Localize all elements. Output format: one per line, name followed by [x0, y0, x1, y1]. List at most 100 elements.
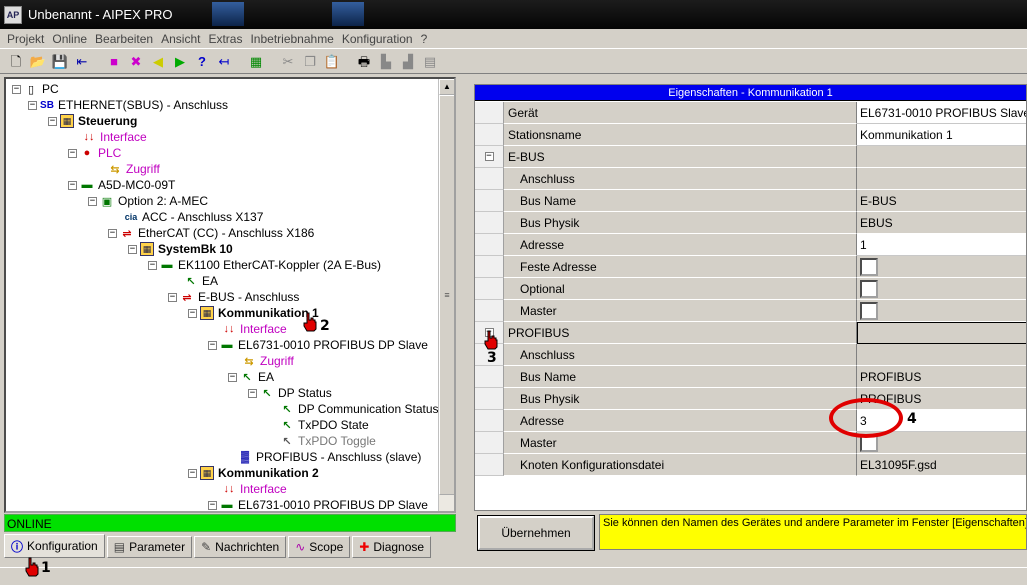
access-icon: ⇆ [110, 163, 120, 176]
collapse-icon[interactable]: − [88, 196, 97, 206]
tab-scope[interactable]: ∿ Scope [288, 536, 351, 558]
collapse-icon[interactable]: − [68, 180, 77, 190]
tree-node-kommunikation-1[interactable]: − ▦ Kommunikation 1 [188, 305, 319, 321]
paste-icon[interactable]: 📋 [322, 52, 342, 72]
tree-node-ea[interactable]: ↖ EA [184, 273, 218, 289]
optional-checkbox[interactable] [860, 280, 878, 298]
new-icon[interactable]: 🗋 [6, 52, 26, 72]
collapse-icon[interactable]: − [228, 372, 237, 382]
align2-icon[interactable]: ▟ [398, 52, 418, 72]
collapse-icon[interactable]: − [188, 308, 197, 318]
align-icon[interactable]: ▙ [376, 52, 396, 72]
ethercat-icon: ⇌ [122, 227, 132, 240]
align3-icon[interactable]: ▤ [420, 52, 440, 72]
tab-parameter[interactable]: ▤ Parameter [106, 536, 193, 558]
copy-icon[interactable]: ❐ [300, 52, 320, 72]
scroll-thumb[interactable]: ≡ [439, 95, 454, 495]
disk-magenta-icon[interactable]: ■ [104, 52, 124, 72]
prop-row-adresse: Adresse 1 [475, 234, 1026, 256]
tree-node-label: PLC [98, 146, 122, 160]
collapse-icon[interactable]: − [188, 468, 197, 478]
import-icon[interactable]: ⇤ [72, 52, 92, 72]
menu-online[interactable]: Online [48, 32, 91, 46]
calculator-icon[interactable]: ▦ [246, 52, 266, 72]
prop-row-anschluss-2: Anschluss [475, 344, 1026, 366]
tree-node-ea-2[interactable]: − ↖ EA [228, 369, 274, 385]
tree-node-interface-2[interactable]: ↓↓ Interface [222, 321, 287, 337]
prop-row-master-2: Master [475, 432, 1026, 454]
tree-node-ek1100[interactable]: − ▬ EK1100 EtherCAT-Koppler (2A E-Bus) [148, 257, 381, 273]
tree-node-a5d[interactable]: − ▬ A5D-MC0-09T [68, 177, 175, 193]
feste-adresse-checkbox[interactable] [860, 258, 878, 276]
adresse-input[interactable]: 1 [857, 234, 1026, 256]
scroll-up-icon[interactable]: ▲ [439, 79, 454, 95]
apply-button[interactable]: Übernehmen [477, 515, 595, 551]
help-icon[interactable]: ? [192, 52, 212, 72]
collapse-icon[interactable]: − [28, 100, 37, 110]
collapse-icon[interactable]: − [168, 292, 177, 302]
save-icon[interactable]: 💾 [50, 52, 70, 72]
collapse-icon[interactable]: − [128, 244, 137, 254]
tree-node-ethercat[interactable]: − ⇌ EtherCAT (CC) - Anschluss X186 [108, 225, 314, 241]
tree-node-txpdo-state[interactable]: ↖ TxPDO State [280, 417, 368, 433]
collapse-icon[interactable]: − [108, 228, 117, 238]
tree-node-dp-status[interactable]: − ↖ DP Status [248, 385, 332, 401]
menu-ansicht[interactable]: Ansicht [157, 32, 204, 46]
module-icon: ▬ [221, 339, 233, 351]
tree-node-el6731-2[interactable]: − ▬ EL6731-0010 PROFIBUS DP Slave [208, 497, 428, 511]
tree-node-plc[interactable]: − ● PLC [68, 145, 121, 161]
pc-icon: ▯ [27, 83, 35, 96]
tree-node-zugriff-2[interactable]: ⇆ Zugriff [242, 353, 293, 369]
prop-value [857, 146, 1026, 168]
tree-node-interface-3[interactable]: ↓↓ Interface [222, 481, 287, 497]
tab-diagnose[interactable]: ✚ Diagnose [352, 536, 432, 558]
tree-node-option2[interactable]: − ▣ Option 2: A-MEC [88, 193, 208, 209]
arrow-left-icon[interactable]: ◀ [148, 52, 168, 72]
cut-arrow-icon[interactable]: ↤ [214, 52, 234, 72]
menu-projekt[interactable]: Projekt [3, 32, 48, 46]
collapse-icon[interactable]: − [484, 152, 494, 161]
collapse-icon[interactable]: − [208, 340, 217, 350]
tree-node-pc[interactable]: − ▯ PC [12, 81, 59, 97]
tree-node-kommunikation-2[interactable]: − ▦ Kommunikation 2 [188, 465, 319, 481]
collapse-icon[interactable]: − [68, 148, 77, 158]
project-tree: − ▯ PC − SB ETHERNET(SBUS) - Anschluss −… [6, 79, 442, 511]
tree-node-systembk[interactable]: − ▦ SystemBk 10 [128, 241, 233, 257]
menu-inbetriebnahme[interactable]: Inbetriebnahme [246, 32, 337, 46]
tree-node-profibus-anschluss[interactable]: ▓ PROFIBUS - Anschluss (slave) [238, 449, 421, 465]
tree-node-interface[interactable]: ↓↓ Interface [82, 129, 147, 145]
menu-bearbeiten[interactable]: Bearbeiten [91, 32, 157, 46]
tree-node-ebus[interactable]: − ⇌ E-BUS - Anschluss [168, 289, 299, 305]
print-icon[interactable]: 🖶 [354, 52, 374, 72]
tree-node-acc[interactable]: cia ACC - Anschluss X137 [124, 209, 264, 225]
cia-icon: cia [124, 212, 138, 222]
window-title: Unbenannt - AIPEX PRO [28, 7, 173, 22]
delete-icon[interactable]: ✖ [126, 52, 146, 72]
stationsname-input[interactable]: Kommunikation 1 [857, 124, 1026, 146]
collapse-icon[interactable]: − [148, 260, 157, 270]
menu-extras[interactable]: Extras [204, 32, 246, 46]
collapse-icon[interactable]: − [48, 116, 57, 126]
tree-node-txpdo-toggle[interactable]: ↖ TxPDO Toggle [280, 433, 375, 449]
collapse-icon[interactable]: − [248, 388, 257, 398]
tree-node-zugriff[interactable]: ⇆ Zugriff [108, 161, 159, 177]
tree-scrollbar[interactable]: ▲ ≡ [438, 79, 454, 511]
menu-help[interactable]: ? [417, 32, 432, 46]
collapse-icon[interactable]: − [208, 500, 217, 510]
tab-konfiguration[interactable]: ⓘ Konfiguration [4, 534, 105, 558]
tree-node-ethernet[interactable]: − SB ETHERNET(SBUS) - Anschluss [28, 97, 228, 113]
menu-konfiguration[interactable]: Konfiguration [338, 32, 417, 46]
master-checkbox[interactable] [860, 302, 878, 320]
tree-node-steuerung[interactable]: − ▦ Steuerung [48, 113, 137, 129]
scissors-icon[interactable]: ✂ [278, 52, 298, 72]
pane-splitter[interactable] [459, 77, 471, 567]
tree-node-el6731[interactable]: − ▬ EL6731-0010 PROFIBUS DP Slave [208, 337, 428, 353]
tree-node-dp-comm-status[interactable]: ↖ DP Communication Status [280, 401, 438, 417]
arrow-right-icon[interactable]: ▶ [170, 52, 190, 72]
profibus-icon: ▓ [240, 451, 250, 463]
collapse-icon[interactable]: − [12, 84, 21, 94]
annotation-number-3: 3 [487, 350, 497, 366]
tab-nachrichten[interactable]: ✎ Nachrichten [194, 536, 287, 558]
toolbar: 🗋 📂 💾 ⇤ ■ ✖ ◀ ▶ ? ↤ ▦ ✂ ❐ 📋 🖶 ▙ ▟ ▤ [0, 50, 1027, 74]
open-icon[interactable]: 📂 [28, 52, 48, 72]
